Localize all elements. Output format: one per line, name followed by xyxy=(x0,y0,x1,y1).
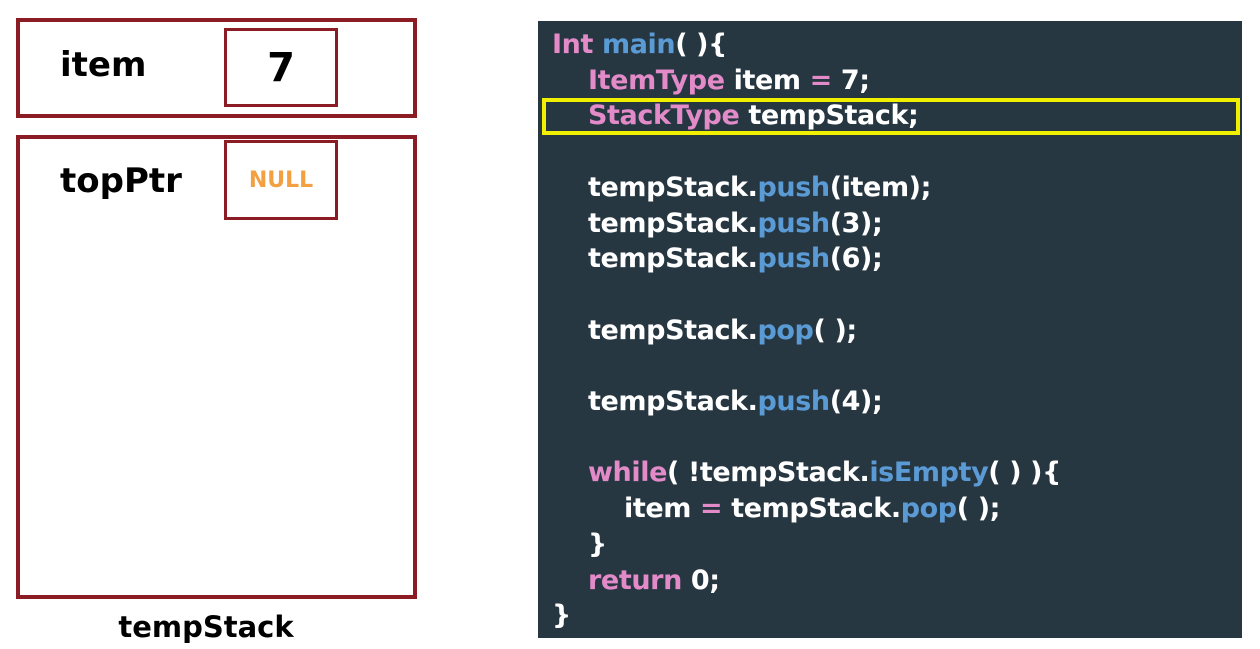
code-token: ( ); xyxy=(813,314,858,346)
code-token: pop xyxy=(757,314,814,346)
code-token: isEmpty xyxy=(869,457,989,489)
code-token: push xyxy=(757,386,830,417)
topptr-null-value: NULL xyxy=(248,167,314,193)
code-token: return xyxy=(588,564,682,596)
item-value-box: 7 xyxy=(224,28,338,107)
item-label: item xyxy=(60,45,147,85)
code-line: tempStack.push(6); xyxy=(552,241,883,277)
code-line: Int main( ){ xyxy=(552,27,727,63)
code-token: push xyxy=(757,243,830,275)
code-token: ( ) ){ xyxy=(988,457,1061,489)
stack-object-box xyxy=(16,135,417,599)
code-line: tempStack.push(4); xyxy=(552,384,883,420)
code-token: tempStack. xyxy=(552,171,758,203)
code-token: push xyxy=(757,171,830,203)
code-token: ItemType xyxy=(588,64,725,96)
code-token: push xyxy=(757,207,830,239)
code-token: 7; xyxy=(831,64,870,96)
code-token: } xyxy=(552,528,607,560)
code-token: 0; xyxy=(681,564,720,596)
code-token: (item); xyxy=(829,171,932,203)
code-token: item xyxy=(552,493,701,525)
code-token: while xyxy=(588,457,667,489)
code-token: tempStack. xyxy=(552,314,758,346)
code-line: item = tempStack.pop( ); xyxy=(552,491,1000,527)
code-line: } xyxy=(552,527,607,563)
code-line: tempStack.push(item); xyxy=(552,170,931,206)
code-token: (3); xyxy=(829,207,883,239)
item-value: 7 xyxy=(267,44,295,91)
code-line: tempStack.push(3); xyxy=(552,206,883,242)
code-token: } xyxy=(552,600,571,632)
code-token: (4); xyxy=(829,386,883,417)
code-line: tempStack.pop( ); xyxy=(552,313,857,349)
code-token: = xyxy=(700,493,723,525)
code-token: (6); xyxy=(829,243,883,275)
code-token: = xyxy=(809,64,833,96)
code-panel: Int main( ){ ItemType item = 7; StackTyp… xyxy=(538,21,1242,638)
code-line: return 0; xyxy=(552,563,720,599)
topptr-value-box: NULL xyxy=(224,140,338,220)
code-line: while( !tempStack.isEmpty( ) ){ xyxy=(552,455,1061,491)
code-token: pop xyxy=(900,493,957,525)
code-token: tempStack; xyxy=(739,100,919,132)
code-token: tempStack. xyxy=(722,493,901,525)
code-token: ( ); xyxy=(956,493,1001,525)
code-token: main xyxy=(601,29,676,60)
code-token: tempStack. xyxy=(552,386,758,417)
stack-caption: tempStack xyxy=(118,610,294,644)
code-line: StackType tempStack; xyxy=(552,98,919,134)
code-token: ( ){ xyxy=(675,29,727,60)
code-line: ItemType item = 7; xyxy=(552,63,870,99)
topptr-label: topPtr xyxy=(60,161,182,201)
code-token: Int xyxy=(552,29,602,60)
code-token: StackType xyxy=(588,100,740,132)
code-token: ( !tempStack. xyxy=(667,457,870,489)
code-line: } xyxy=(552,598,571,634)
code-token: item xyxy=(724,64,810,96)
code-token: tempStack. xyxy=(552,243,758,275)
code-token: tempStack. xyxy=(552,207,758,239)
